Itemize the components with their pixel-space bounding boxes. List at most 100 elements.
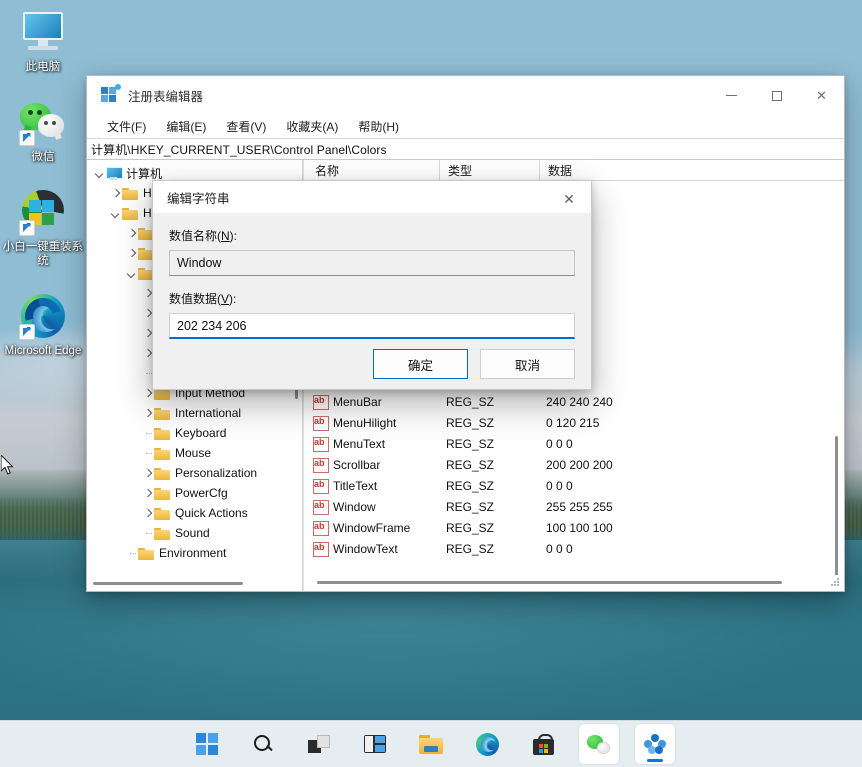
scrollbar-thumb[interactable] <box>835 436 838 591</box>
tree-item-label: PowerCfg <box>175 486 228 500</box>
taskbar-blue-app[interactable] <box>635 724 675 764</box>
registry-value-row[interactable]: WindowREG_SZ255 255 255 <box>307 496 844 517</box>
edit-string-dialog[interactable]: 编辑字符串 ✕ 数值名称(N): Window 数值数据(V): 202 234… <box>152 180 592 390</box>
minimize-button[interactable] <box>709 76 754 115</box>
taskbar-microsoft-store[interactable] <box>523 724 563 764</box>
running-indicator <box>647 759 663 762</box>
address-bar[interactable]: 计算机\HKEY_CURRENT_USER\Control Panel\Colo… <box>87 138 844 160</box>
value-data-input[interactable]: 202 234 206 <box>169 313 575 339</box>
taskbar-start-button[interactable] <box>187 724 227 764</box>
registry-value-row[interactable]: WindowTextREG_SZ0 0 0 <box>307 538 844 559</box>
taskbar-task-view[interactable] <box>299 724 339 764</box>
registry-value-row[interactable]: MenuTextREG_SZ0 0 0 <box>307 433 844 454</box>
value-data: 0 120 215 <box>546 416 844 430</box>
close-button[interactable]: ✕ <box>799 76 844 115</box>
value-data: 200 200 200 <box>546 458 844 472</box>
chevron-right-icon[interactable] <box>141 507 154 520</box>
folder-icon <box>154 487 170 500</box>
value-name-input[interactable]: Window <box>169 250 575 276</box>
chevron-right-icon[interactable] <box>141 467 154 480</box>
chevron-down-icon[interactable] <box>109 207 122 220</box>
monitor-icon <box>19 8 67 56</box>
maximize-button[interactable] <box>754 76 799 115</box>
values-horizontal-scrollbar[interactable] <box>307 575 844 591</box>
taskbar-edge[interactable] <box>467 724 507 764</box>
tree-item[interactable]: Quick Actions <box>87 503 302 523</box>
value-name-label: 数值名称(N): <box>169 227 575 244</box>
chevron-right-icon[interactable] <box>125 227 138 240</box>
taskbar-widgets[interactable] <box>355 724 395 764</box>
regedit-icon <box>101 87 118 104</box>
store-icon <box>533 734 554 755</box>
column-header-type[interactable]: 类型 <box>440 160 540 180</box>
window-titlebar[interactable]: 注册表编辑器 ✕ <box>87 76 844 115</box>
folder-icon <box>419 735 443 754</box>
tree-item[interactable]: Sound <box>87 523 302 543</box>
registry-value-row[interactable]: ScrollbarREG_SZ200 200 200 <box>307 454 844 475</box>
tree-item-label: 计算机 <box>126 165 162 182</box>
registry-value-row[interactable]: WindowFrameREG_SZ100 100 100 <box>307 517 844 538</box>
value-type: REG_SZ <box>446 521 546 535</box>
menu-favorites[interactable]: 收藏夹(A) <box>278 116 346 137</box>
taskbar-search-button[interactable] <box>243 724 283 764</box>
desktop-icon-this-pc[interactable]: 此电脑 <box>0 8 86 74</box>
ab-string-icon <box>313 458 327 471</box>
folder-icon <box>122 207 138 220</box>
tree-item-label: Sound <box>175 526 210 540</box>
menu-edit[interactable]: 编辑(E) <box>158 116 214 137</box>
blue-app-icon <box>644 734 667 755</box>
desktop-icon-xiaobai[interactable]: 小白一键重装系统 <box>0 188 86 268</box>
menu-view[interactable]: 查看(V) <box>218 116 274 137</box>
value-data-label: 数值数据(V): <box>169 290 575 307</box>
chevron-right-icon[interactable] <box>141 407 154 420</box>
value-name: TitleText <box>333 479 446 493</box>
value-type: REG_SZ <box>446 437 546 451</box>
dialog-close-button[interactable]: ✕ <box>547 181 591 218</box>
ab-string-icon <box>313 416 327 429</box>
value-name: Scrollbar <box>333 458 446 472</box>
tree-item[interactable]: Environment <box>87 543 302 563</box>
chevron-right-icon[interactable] <box>141 487 154 500</box>
dialog-title: 编辑字符串 <box>167 188 230 207</box>
column-header-data[interactable]: 数据 <box>540 160 844 180</box>
taskbar-file-explorer[interactable] <box>411 724 451 764</box>
value-name: Window <box>333 500 446 514</box>
value-data: 0 0 0 <box>546 479 844 493</box>
chevron-down-icon[interactable] <box>93 167 106 180</box>
scrollbar-thumb[interactable] <box>317 581 782 584</box>
tree-item[interactable]: Keyboard <box>87 423 302 443</box>
tree-item[interactable]: International <box>87 403 302 423</box>
column-header-name[interactable]: 名称 <box>307 160 440 180</box>
tree-horizontal-scrollbar[interactable] <box>87 576 302 591</box>
ok-button[interactable]: 确定 <box>373 349 468 379</box>
xiaobai-icon <box>19 188 67 236</box>
taskbar[interactable] <box>0 720 862 767</box>
computer-icon <box>106 167 121 180</box>
menu-file[interactable]: 文件(F) <box>99 116 154 137</box>
chevron-right-icon[interactable] <box>109 187 122 200</box>
registry-value-row[interactable]: TitleTextREG_SZ0 0 0 <box>307 475 844 496</box>
address-path: 计算机\HKEY_CURRENT_USER\Control Panel\Colo… <box>91 141 387 158</box>
desktop-icon-wechat[interactable]: 微信 <box>0 98 86 164</box>
scrollbar-thumb[interactable] <box>93 582 243 585</box>
registry-value-row[interactable]: MenuBarREG_SZ240 240 240 <box>307 391 844 412</box>
value-type: REG_SZ <box>446 458 546 472</box>
tree-item[interactable]: PowerCfg <box>87 483 302 503</box>
cancel-button[interactable]: 取消 <box>480 349 575 379</box>
values-column-headers: 名称 类型 数据 <box>307 160 844 181</box>
menu-help[interactable]: 帮助(H) <box>350 116 407 137</box>
taskbar-wechat[interactable] <box>579 724 619 764</box>
tree-stub-icon <box>141 447 154 460</box>
value-type: REG_SZ <box>446 500 546 514</box>
tree-item[interactable]: Mouse <box>87 443 302 463</box>
tree-item-label: Personalization <box>175 466 257 480</box>
values-vertical-scrollbar[interactable] <box>832 184 842 571</box>
chevron-down-icon[interactable] <box>125 267 138 280</box>
resize-grip[interactable] <box>831 578 841 588</box>
chevron-right-icon[interactable] <box>125 247 138 260</box>
registry-value-row[interactable]: MenuHilightREG_SZ0 120 215 <box>307 412 844 433</box>
value-type: REG_SZ <box>446 416 546 430</box>
tree-item[interactable]: Personalization <box>87 463 302 483</box>
folder-icon <box>122 187 138 200</box>
desktop-icon-edge[interactable]: Microsoft Edge <box>0 292 86 358</box>
